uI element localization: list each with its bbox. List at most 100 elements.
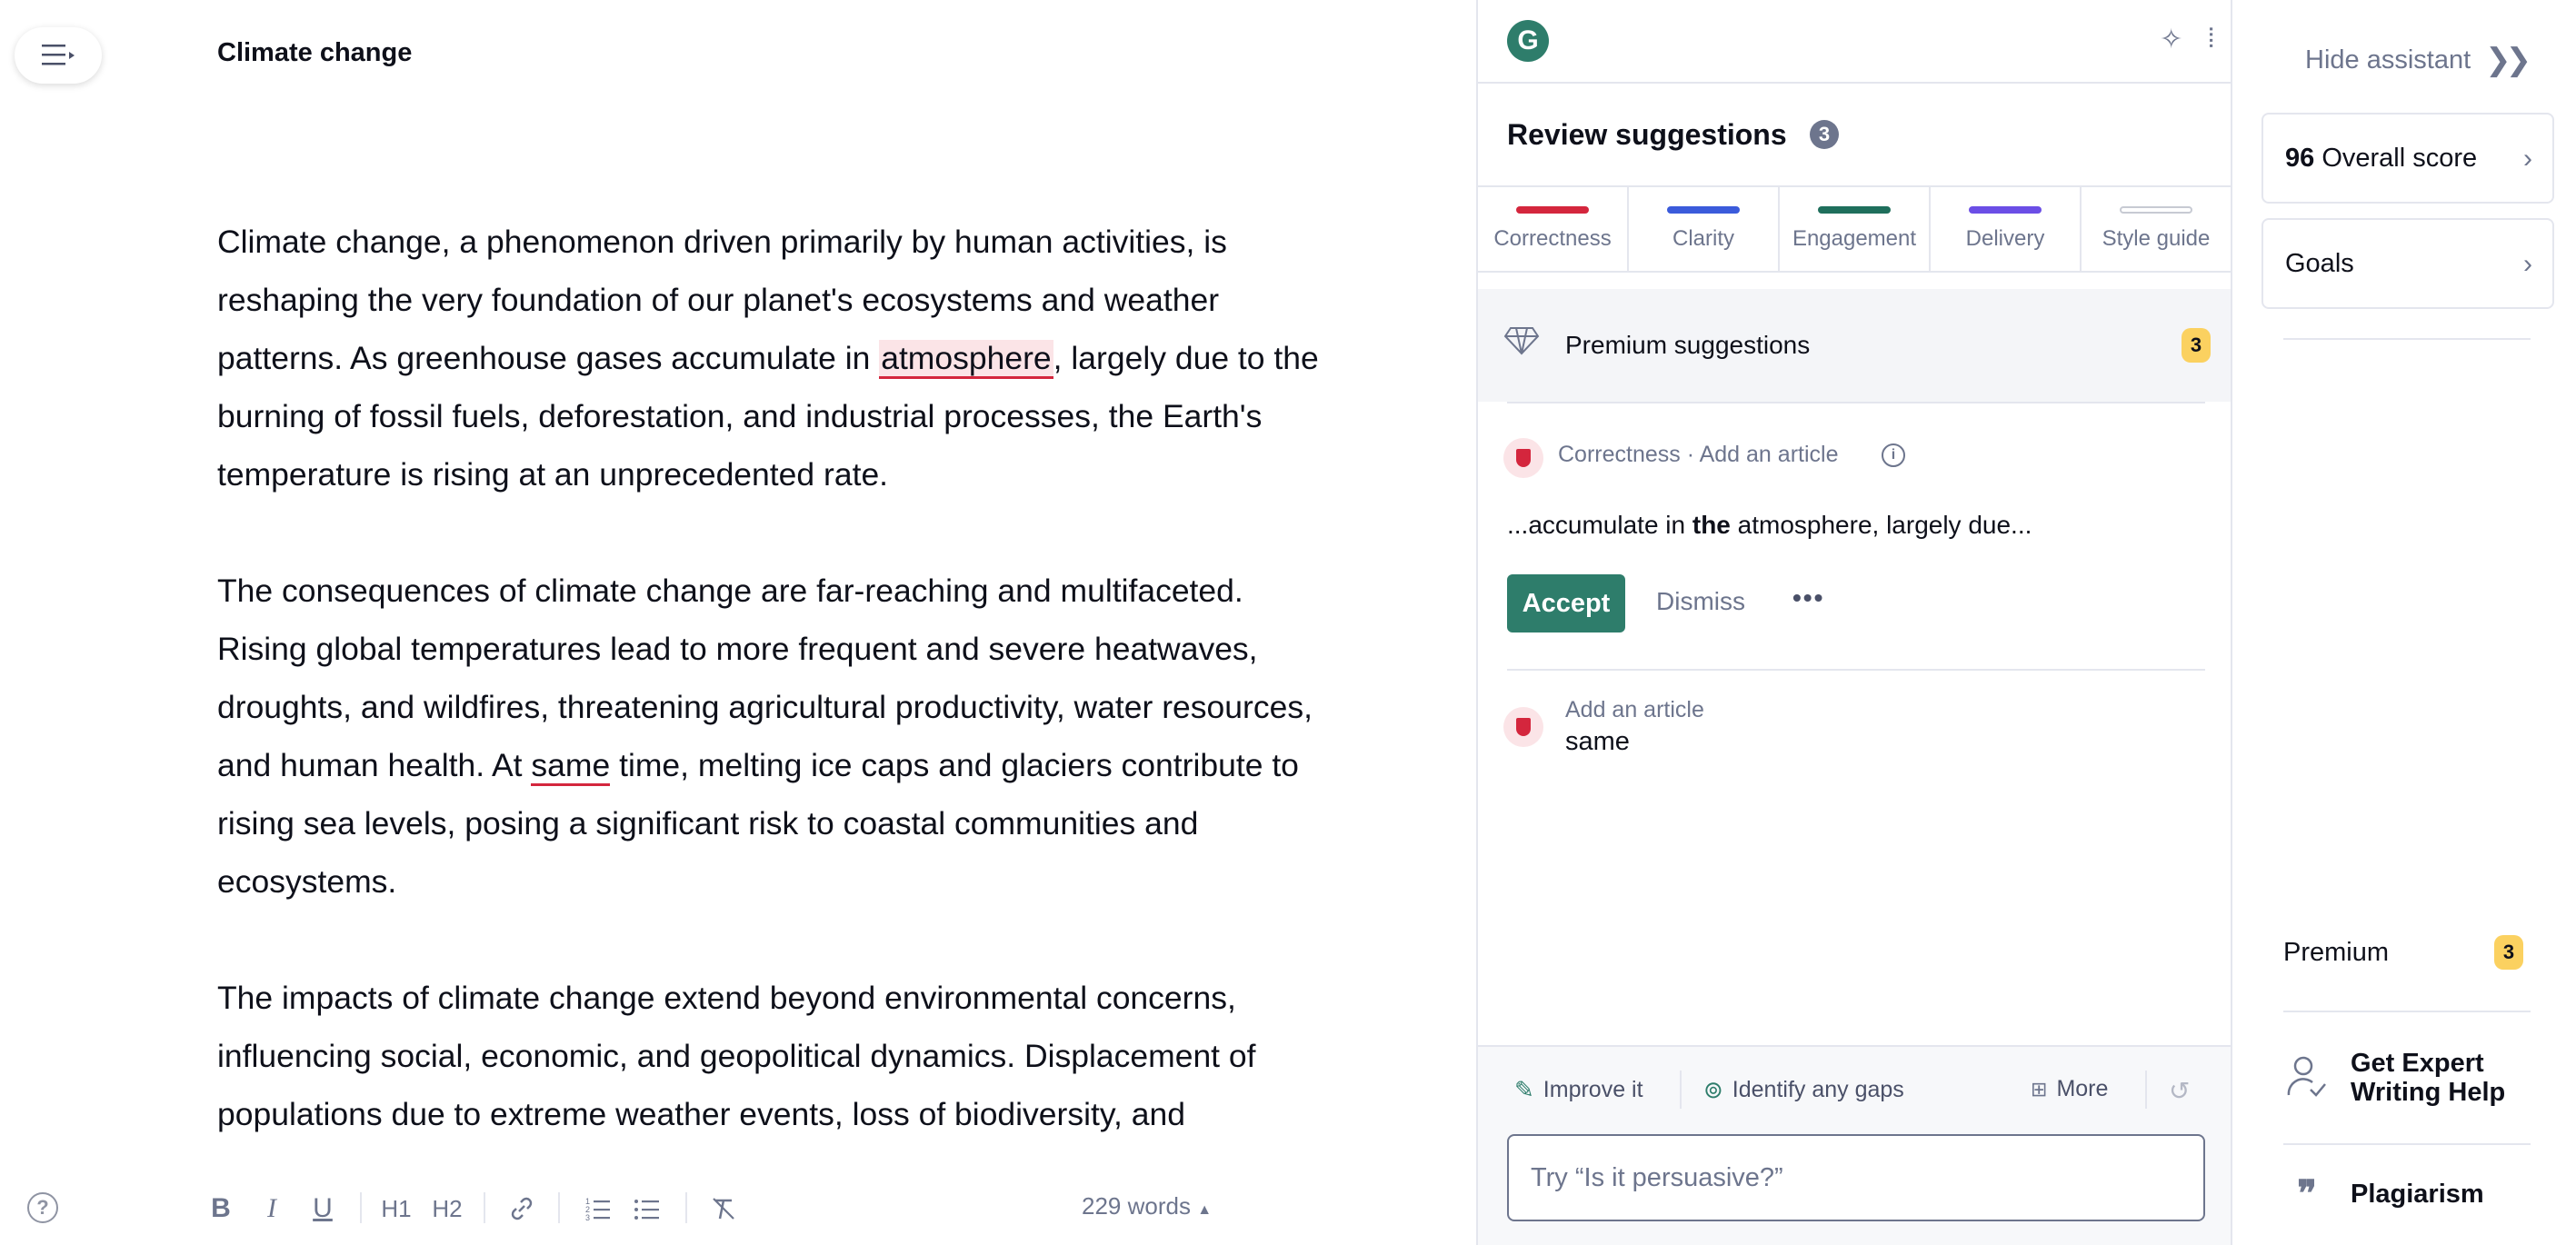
right-rail: Hide assistant ❯❯ 96 Overall score › Goa… [2232,0,2576,1245]
pencil-sparkle-icon: ✎ [1514,1076,1534,1103]
tab-style-guide[interactable]: Style guide [2082,187,2231,271]
goals-label: Goals [2285,248,2354,278]
prompt-input[interactable] [1507,1134,2205,1221]
sparkle-icon[interactable]: ✧ [2160,24,2182,55]
snippet-insertion[interactable]: the [1692,511,1731,539]
header-divider [1478,82,2231,84]
card-shield [1503,438,1543,478]
plagiarism-link[interactable]: ❞ Plagiarism [2283,1172,2484,1215]
overall-score-card[interactable]: 96 Overall score › [2261,113,2554,204]
paragraph-1[interactable]: Climate change, a phenomenon driven prim… [217,213,1335,503]
clear-format-icon [713,1198,734,1220]
divider [2283,1011,2531,1012]
numbered-list-button[interactable]: 1 2 3 [582,1190,614,1227]
card2-shield [1503,707,1543,747]
hide-assistant-label: Hide assistant [2305,45,2471,75]
dismiss-button[interactable]: Dismiss [1656,587,1745,616]
grammarly-logo: G [1507,20,1549,62]
hide-assistant-button[interactable]: Hide assistant ❯❯ [2305,42,2531,78]
document-body[interactable]: Climate change, a phenomenon driven prim… [217,213,1335,1201]
heading2-button[interactable]: H2 [429,1190,465,1227]
improve-it-chip[interactable]: ✎ Improve it [1514,1076,1643,1104]
caret-up-icon: ▲ [1197,1202,1213,1218]
snippet-text: ...accumulate in [1507,511,1692,539]
italic-button[interactable]: I [258,1190,285,1227]
expert-person-icon [2283,1053,2331,1103]
tab-correctness[interactable]: Correctness [1478,187,1629,271]
link-icon [511,1197,533,1220]
link-button[interactable] [505,1190,538,1227]
expert-writing-help-link[interactable]: Get Expert Writing Help [2283,1049,2532,1107]
divider [1507,402,2205,403]
suggestion-highlight-atmosphere[interactable]: atmosphere [879,340,1053,379]
paragraph-3[interactable]: The impacts of climate change extend bey… [217,969,1335,1143]
info-icon[interactable]: i [1882,443,1905,467]
chevron-right-icon: › [2523,249,2532,279]
tab-bar [1969,206,2042,214]
chip-label: Identify any gaps [1732,1077,1904,1102]
divider [2283,338,2531,340]
tab-label: Correctness [1493,226,1612,251]
suggestion-count-badge: 3 [1810,120,1839,149]
tab-label: Engagement [1792,226,1917,251]
premium-count-badge: 3 [2182,328,2211,363]
tab-clarity[interactable]: Clarity [1629,187,1780,271]
editor-pane: Climate change Climate change, a phenome… [0,0,1476,1245]
word-count[interactable]: 229 words ▲ [1082,1192,1212,1220]
suggestion-underline-same[interactable]: same [531,747,611,786]
premium-link[interactable]: Premium [2283,938,2389,968]
tab-bar [1818,206,1891,214]
paragraph-2[interactable]: The consequences of climate change are f… [217,562,1335,911]
divider [2283,1143,2531,1145]
shield-icon [1503,707,1543,747]
more-chip[interactable]: ⊞ More [2031,1076,2108,1102]
category-tabs: Correctness Clarity Engagement Delivery … [1478,185,2231,273]
tab-label: Style guide [2102,226,2211,251]
chip-label: Improve it [1543,1077,1643,1102]
assistant-top-icons: ✧ ⦙ [2160,24,2214,55]
assistant-panel: G ✧ ⦙ Review suggestions 3 Correctness C… [1476,0,2232,1245]
tab-bar [2120,206,2192,214]
bullet-list-icon [634,1200,659,1220]
chip-label: More [2056,1076,2109,1101]
tab-label: Delivery [1965,226,2045,251]
premium-count-badge: 3 [2494,935,2523,970]
plagiarism-label: Plagiarism [2351,1180,2484,1209]
clear-formatting-button[interactable] [707,1190,740,1227]
toolbar-divider [360,1192,362,1223]
hamburger-icon [42,45,75,65]
expert-label: Get Expert Writing Help [2351,1049,2506,1107]
toolbar-divider [558,1192,560,1223]
card2-category-label[interactable]: Add an article [1565,697,1704,723]
tab-delivery[interactable]: Delivery [1931,187,2082,271]
voice-icon[interactable]: ⦙ [2208,24,2214,55]
history-icon[interactable]: ↺ [2169,1076,2190,1106]
toolbar-divider [685,1192,687,1223]
diamond-icon [1503,325,1540,364]
premium-suggestions-row[interactable]: Premium suggestions 3 [1478,289,2231,402]
heading1-button[interactable]: H1 [378,1190,414,1227]
tab-label: Clarity [1672,226,1734,251]
binoculars-icon: ⊚ [1703,1076,1723,1103]
card-category-label: Correctness · Add an article [1558,442,1839,467]
tab-engagement[interactable]: Engagement [1780,187,1931,271]
double-chevron-right-icon: ❯❯ [2485,43,2531,77]
accept-button[interactable]: Accept [1507,574,1625,632]
numbered-list-icon: 1 2 3 [585,1197,610,1222]
underline-button[interactable]: U [309,1190,336,1227]
snippet-text: atmosphere, largely due... [1730,511,2032,539]
menu-button[interactable] [15,27,102,84]
svg-text:3: 3 [585,1213,590,1222]
more-options-icon[interactable]: ••• [1792,583,1824,613]
help-icon[interactable]: ? [27,1192,58,1223]
goals-card[interactable]: Goals › [2261,218,2554,309]
identify-gaps-chip[interactable]: ⊚ Identify any gaps [1703,1076,1904,1104]
card2-word[interactable]: same [1565,727,1630,757]
document-title[interactable]: Climate change [217,38,412,68]
toolbar-divider [484,1192,485,1223]
quote-icon: ❞ [2297,1172,2317,1215]
bold-button[interactable]: B [207,1190,235,1227]
chip-divider [1680,1071,1682,1109]
bullet-list-button[interactable] [631,1190,664,1227]
chip-divider [2145,1071,2147,1109]
